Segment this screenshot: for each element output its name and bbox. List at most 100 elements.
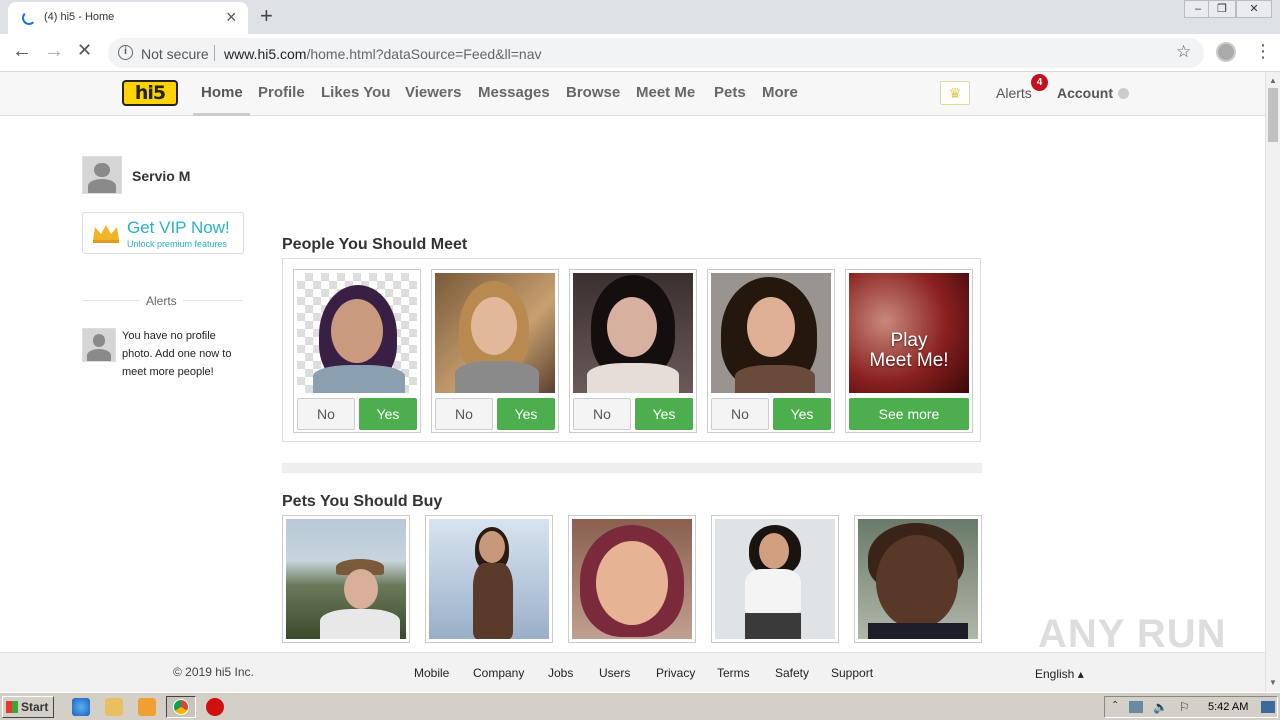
start-button[interactable]: Start xyxy=(2,696,54,718)
file-explorer-icon[interactable] xyxy=(105,698,123,716)
scrollbar-thumb[interactable] xyxy=(1268,88,1278,142)
browser-tab-strip: (4) hi5 - Home × + – ❐ ✕ xyxy=(0,0,1280,34)
play-label: Play xyxy=(890,330,928,351)
nav-profile[interactable]: Profile xyxy=(258,84,305,101)
footer-link-company[interactable]: Company xyxy=(473,666,524,680)
url-text[interactable]: www.hi5.com/home.html?dataSource=Feed&ll… xyxy=(224,46,542,62)
forward-arrow-icon[interactable]: → xyxy=(44,40,64,63)
windows-flag-icon xyxy=(6,701,18,713)
footer-link-users[interactable]: Users xyxy=(599,666,630,680)
get-vip-button[interactable]: Get VIP Now! Unlock premium features xyxy=(82,212,244,254)
site-footer: © 2019 hi5 Inc. Mobile Company Jobs User… xyxy=(0,652,1265,692)
windows-taskbar: Start ⌃ 🔈 ⚐ 5:42 AM xyxy=(0,692,1280,720)
crown-icon xyxy=(93,225,119,243)
url-path: /home.html?dataSource=Feed&ll=nav xyxy=(306,46,542,62)
start-label: Start xyxy=(21,700,49,714)
footer-link-support[interactable]: Support xyxy=(831,666,873,680)
alerts-count-badge: 4 xyxy=(1031,74,1048,91)
stop-loading-icon[interactable]: ✕ xyxy=(77,40,92,61)
address-separator xyxy=(214,45,215,61)
volume-icon[interactable]: 🔈 xyxy=(1153,700,1168,714)
bookmark-star-icon[interactable]: ☆ xyxy=(1176,42,1191,62)
back-arrow-icon[interactable]: ← xyxy=(12,40,32,63)
nav-alerts[interactable]: Alerts xyxy=(996,85,1032,101)
show-desktop-icon[interactable] xyxy=(1261,701,1275,713)
new-tab-button[interactable]: + xyxy=(260,3,273,29)
nav-pets[interactable]: Pets xyxy=(714,84,746,101)
see-more-button[interactable]: See more xyxy=(849,398,969,430)
nav-viewers[interactable]: Viewers xyxy=(405,84,461,101)
network-icon[interactable] xyxy=(1129,701,1143,713)
person-photo[interactable] xyxy=(711,273,831,393)
pet-card[interactable] xyxy=(425,515,553,643)
play-meet-me-card: Play Meet Me! See more xyxy=(845,269,973,433)
yes-button[interactable]: Yes xyxy=(635,398,693,430)
footer-link-terms[interactable]: Terms xyxy=(717,666,750,680)
no-button[interactable]: No xyxy=(573,398,631,430)
action-center-flag-icon[interactable]: ⚐ xyxy=(1179,700,1190,714)
close-window-button[interactable]: ✕ xyxy=(1236,0,1272,18)
nav-account[interactable]: Account xyxy=(1057,85,1113,101)
people-panel: No Yes No Yes No Yes No Yes Play Meet Me… xyxy=(282,258,981,442)
chrome-taskbar-button[interactable] xyxy=(166,696,196,718)
vip-crown-icon[interactable]: ♛ xyxy=(940,81,970,105)
user-name[interactable]: Servio M xyxy=(132,168,190,184)
nav-home[interactable]: Home xyxy=(201,84,243,101)
person-photo[interactable] xyxy=(297,273,417,393)
yes-button[interactable]: Yes xyxy=(497,398,555,430)
info-icon[interactable]: i xyxy=(118,45,133,60)
media-player-icon[interactable] xyxy=(138,698,156,716)
yes-button[interactable]: Yes xyxy=(773,398,831,430)
hi5-logo[interactable]: hi5 xyxy=(122,80,178,106)
pet-card[interactable] xyxy=(854,515,982,643)
nav-messages[interactable]: Messages xyxy=(478,84,550,101)
opera-icon[interactable] xyxy=(206,698,224,716)
person-photo[interactable] xyxy=(573,273,693,393)
tab-title: (4) hi5 - Home xyxy=(44,11,115,23)
account-status-dot xyxy=(1118,88,1129,99)
pet-photo xyxy=(572,519,692,639)
yes-button[interactable]: Yes xyxy=(359,398,417,430)
pet-card[interactable] xyxy=(568,515,696,643)
scroll-down-arrow-icon[interactable]: ▼ xyxy=(1269,678,1277,687)
pet-card[interactable] xyxy=(282,515,410,643)
active-nav-indicator xyxy=(193,113,250,116)
no-button[interactable]: No xyxy=(435,398,493,430)
pet-photo xyxy=(715,519,835,639)
person-photo[interactable] xyxy=(435,273,555,393)
nav-browse[interactable]: Browse xyxy=(566,84,620,101)
browser-tab[interactable]: (4) hi5 - Home × xyxy=(8,2,248,34)
footer-link-privacy[interactable]: Privacy xyxy=(656,666,695,680)
no-button[interactable]: No xyxy=(297,398,355,430)
play-meet-me-image[interactable]: Play Meet Me! xyxy=(849,273,969,393)
language-selector[interactable]: English ▴ xyxy=(1035,667,1084,681)
internet-explorer-icon[interactable] xyxy=(72,698,90,716)
person-card: No Yes xyxy=(707,269,835,433)
nav-more[interactable]: More xyxy=(762,84,798,101)
browser-profile-icon[interactable] xyxy=(1216,42,1236,62)
not-secure-label[interactable]: Not secure xyxy=(141,46,209,62)
nav-meet-me[interactable]: Meet Me xyxy=(636,84,695,101)
person-card: No Yes xyxy=(569,269,697,433)
page-scrollbar[interactable]: ▲ ▼ xyxy=(1265,72,1280,692)
pet-card[interactable] xyxy=(711,515,839,643)
scroll-up-arrow-icon[interactable]: ▲ xyxy=(1269,76,1277,85)
user-avatar[interactable] xyxy=(82,156,122,194)
pet-photo xyxy=(429,519,549,639)
browser-menu-icon[interactable]: ⋮ xyxy=(1254,41,1272,62)
restore-window-button[interactable]: ❐ xyxy=(1208,0,1236,18)
browser-toolbar: ← → ✕ i Not secure www.hi5.com/home.html… xyxy=(0,34,1280,72)
nav-likes-you[interactable]: Likes You xyxy=(321,84,390,101)
alert-message[interactable]: You have no profile photo. Add one now t… xyxy=(122,327,242,381)
tray-expand-icon[interactable]: ⌃ xyxy=(1111,700,1119,711)
footer-link-safety[interactable]: Safety xyxy=(775,666,809,680)
alerts-heading: Alerts xyxy=(140,294,183,308)
footer-link-jobs[interactable]: Jobs xyxy=(548,666,573,680)
footer-link-mobile[interactable]: Mobile xyxy=(414,666,449,680)
no-button[interactable]: No xyxy=(711,398,769,430)
system-tray: ⌃ 🔈 ⚐ xyxy=(1104,696,1278,718)
anyrun-watermark: ANY RUN xyxy=(1038,612,1227,656)
url-host: www.hi5.com xyxy=(224,46,307,62)
close-tab-icon[interactable]: × xyxy=(226,7,237,28)
address-bar[interactable]: i Not secure www.hi5.com/home.html?dataS… xyxy=(108,38,1204,68)
